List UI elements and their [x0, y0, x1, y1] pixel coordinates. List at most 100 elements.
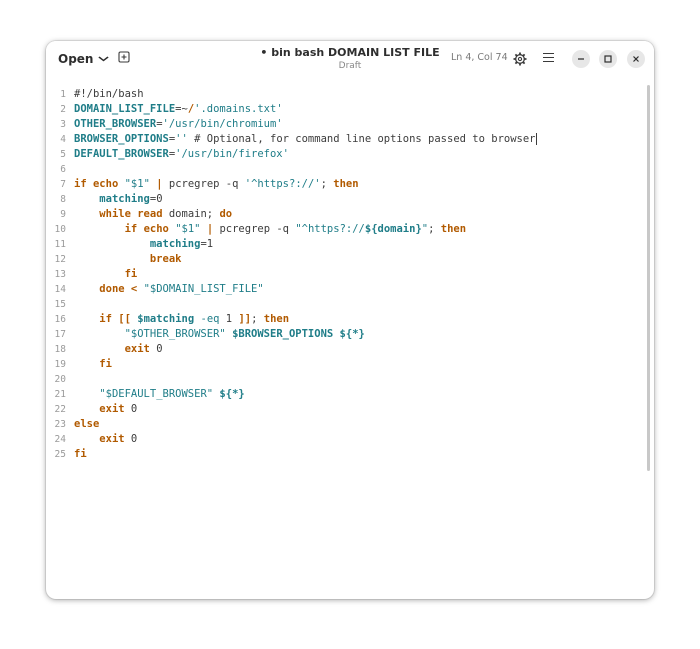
code-text: else [74, 417, 99, 432]
code-token: if [99, 313, 112, 325]
code-token: "$DEFAULT_BROWSER" [99, 388, 214, 400]
maximize-button[interactable] [599, 50, 617, 68]
code-token: DEFAULT_BROWSER [74, 148, 169, 160]
line-number: 19 [54, 359, 66, 370]
code-token: echo [92, 178, 119, 190]
code-token: if [74, 178, 87, 190]
code-token: done [99, 283, 125, 295]
line-number: 6 [60, 164, 66, 175]
line-number: 3 [60, 119, 66, 130]
code-token: $matching [137, 313, 195, 325]
code-token: # Optional, for command line options pas… [187, 133, 536, 145]
code-token: read [137, 208, 163, 220]
code-token: exit [99, 433, 125, 445]
vertical-scrollbar[interactable] [647, 85, 650, 471]
maximize-icon [604, 55, 612, 63]
code-token: "$1" [124, 178, 150, 190]
code-token: while [99, 208, 131, 220]
text-editor-window: Open • bin bash DOMAIN LIST FILE Draft L… [46, 41, 654, 599]
code-token: OTHER_BROWSER [74, 118, 157, 130]
code-token: ; [251, 313, 264, 325]
code-token: =1 [200, 238, 214, 250]
code-token: fi [74, 448, 87, 460]
code-text: fi [74, 267, 138, 282]
code-token: =0 [149, 193, 163, 205]
code-token: ]] [238, 313, 252, 325]
line-number: 15 [54, 299, 66, 310]
code-token: [[ [118, 313, 131, 325]
code-text: done < "$DOMAIN_LIST_FILE" [74, 282, 264, 297]
code-text: if echo "$1" | pcregrep -q '^https?://';… [74, 177, 359, 192]
line-number: 10 [54, 224, 66, 235]
code-text: exit 0 [74, 342, 163, 357]
line-number: 21 [54, 389, 66, 400]
gear-icon[interactable] [513, 52, 527, 66]
code-token: then [333, 178, 359, 190]
code-token: then [263, 313, 290, 325]
code-token: "$OTHER_BROWSER" [124, 328, 226, 340]
open-button[interactable]: Open [52, 47, 114, 71]
code-text: BROWSER_OPTIONS='' # Optional, for comma… [74, 132, 537, 147]
chevron-down-icon [98, 56, 110, 62]
code-text: exit 0 [74, 402, 137, 417]
line-number: 12 [54, 254, 66, 265]
code-token: =~ [175, 103, 188, 115]
code-token: '/usr/bin/firefox' [175, 148, 289, 160]
code-token: #!/bin/bash [74, 88, 144, 100]
code-token: exit [124, 343, 150, 355]
code-token: domain; [162, 208, 220, 220]
code-token: '.domains.txt' [194, 103, 283, 115]
code-token: then [440, 223, 467, 235]
code-token: '^https?://' [244, 178, 321, 190]
code-token: ; [428, 223, 441, 235]
code-token: ${domain} [364, 223, 422, 235]
code-token: "^https?:// [295, 223, 365, 235]
line-number: 4 [60, 134, 66, 145]
minimize-button[interactable] [572, 50, 590, 68]
code-editor[interactable]: 1 #!/bin/bash 2 DOMAIN_LIST_FILE=~/'.domain… [46, 83, 654, 593]
cursor-position[interactable]: Ln 4, Col 74 [451, 52, 508, 63]
code-token: if [124, 223, 138, 235]
code-token: matching [149, 238, 201, 250]
code-token: DOMAIN_LIST_FILE [74, 103, 176, 115]
header-bar: Open • bin bash DOMAIN LIST FILE Draft L… [46, 41, 654, 77]
code-token: 0 [149, 343, 163, 355]
code-text: matching=0 [74, 192, 163, 207]
code-text: fi [74, 357, 112, 372]
code-token: "$DOMAIN_LIST_FILE" [143, 283, 264, 295]
code-token: do [219, 208, 233, 220]
line-number: 22 [54, 404, 66, 415]
code-text: if [[ $matching -eq 1 ]]; then [74, 312, 289, 327]
text-caret [535, 133, 537, 145]
code-token: "$1" [175, 223, 201, 235]
code-token: $BROWSER_OPTIONS [232, 328, 334, 340]
code-text: break [74, 252, 182, 267]
close-button[interactable] [627, 50, 645, 68]
hamburger-icon[interactable] [543, 53, 554, 63]
line-number: 25 [54, 449, 66, 460]
code-token: pcregrep -q [213, 223, 296, 235]
close-icon [633, 56, 639, 62]
code-token: 0 [124, 433, 138, 445]
open-button-label: Open [58, 52, 94, 66]
new-tab-icon[interactable] [118, 51, 130, 63]
line-number: 18 [54, 344, 66, 355]
line-number: 7 [60, 179, 66, 190]
code-text: OTHER_BROWSER='/usr/bin/chromium' [74, 117, 283, 132]
line-number: 8 [60, 194, 66, 205]
code-token: echo [143, 223, 169, 235]
code-token: ${*} [339, 328, 365, 340]
code-token: ${*} [219, 388, 245, 400]
code-token: fi [99, 358, 112, 370]
